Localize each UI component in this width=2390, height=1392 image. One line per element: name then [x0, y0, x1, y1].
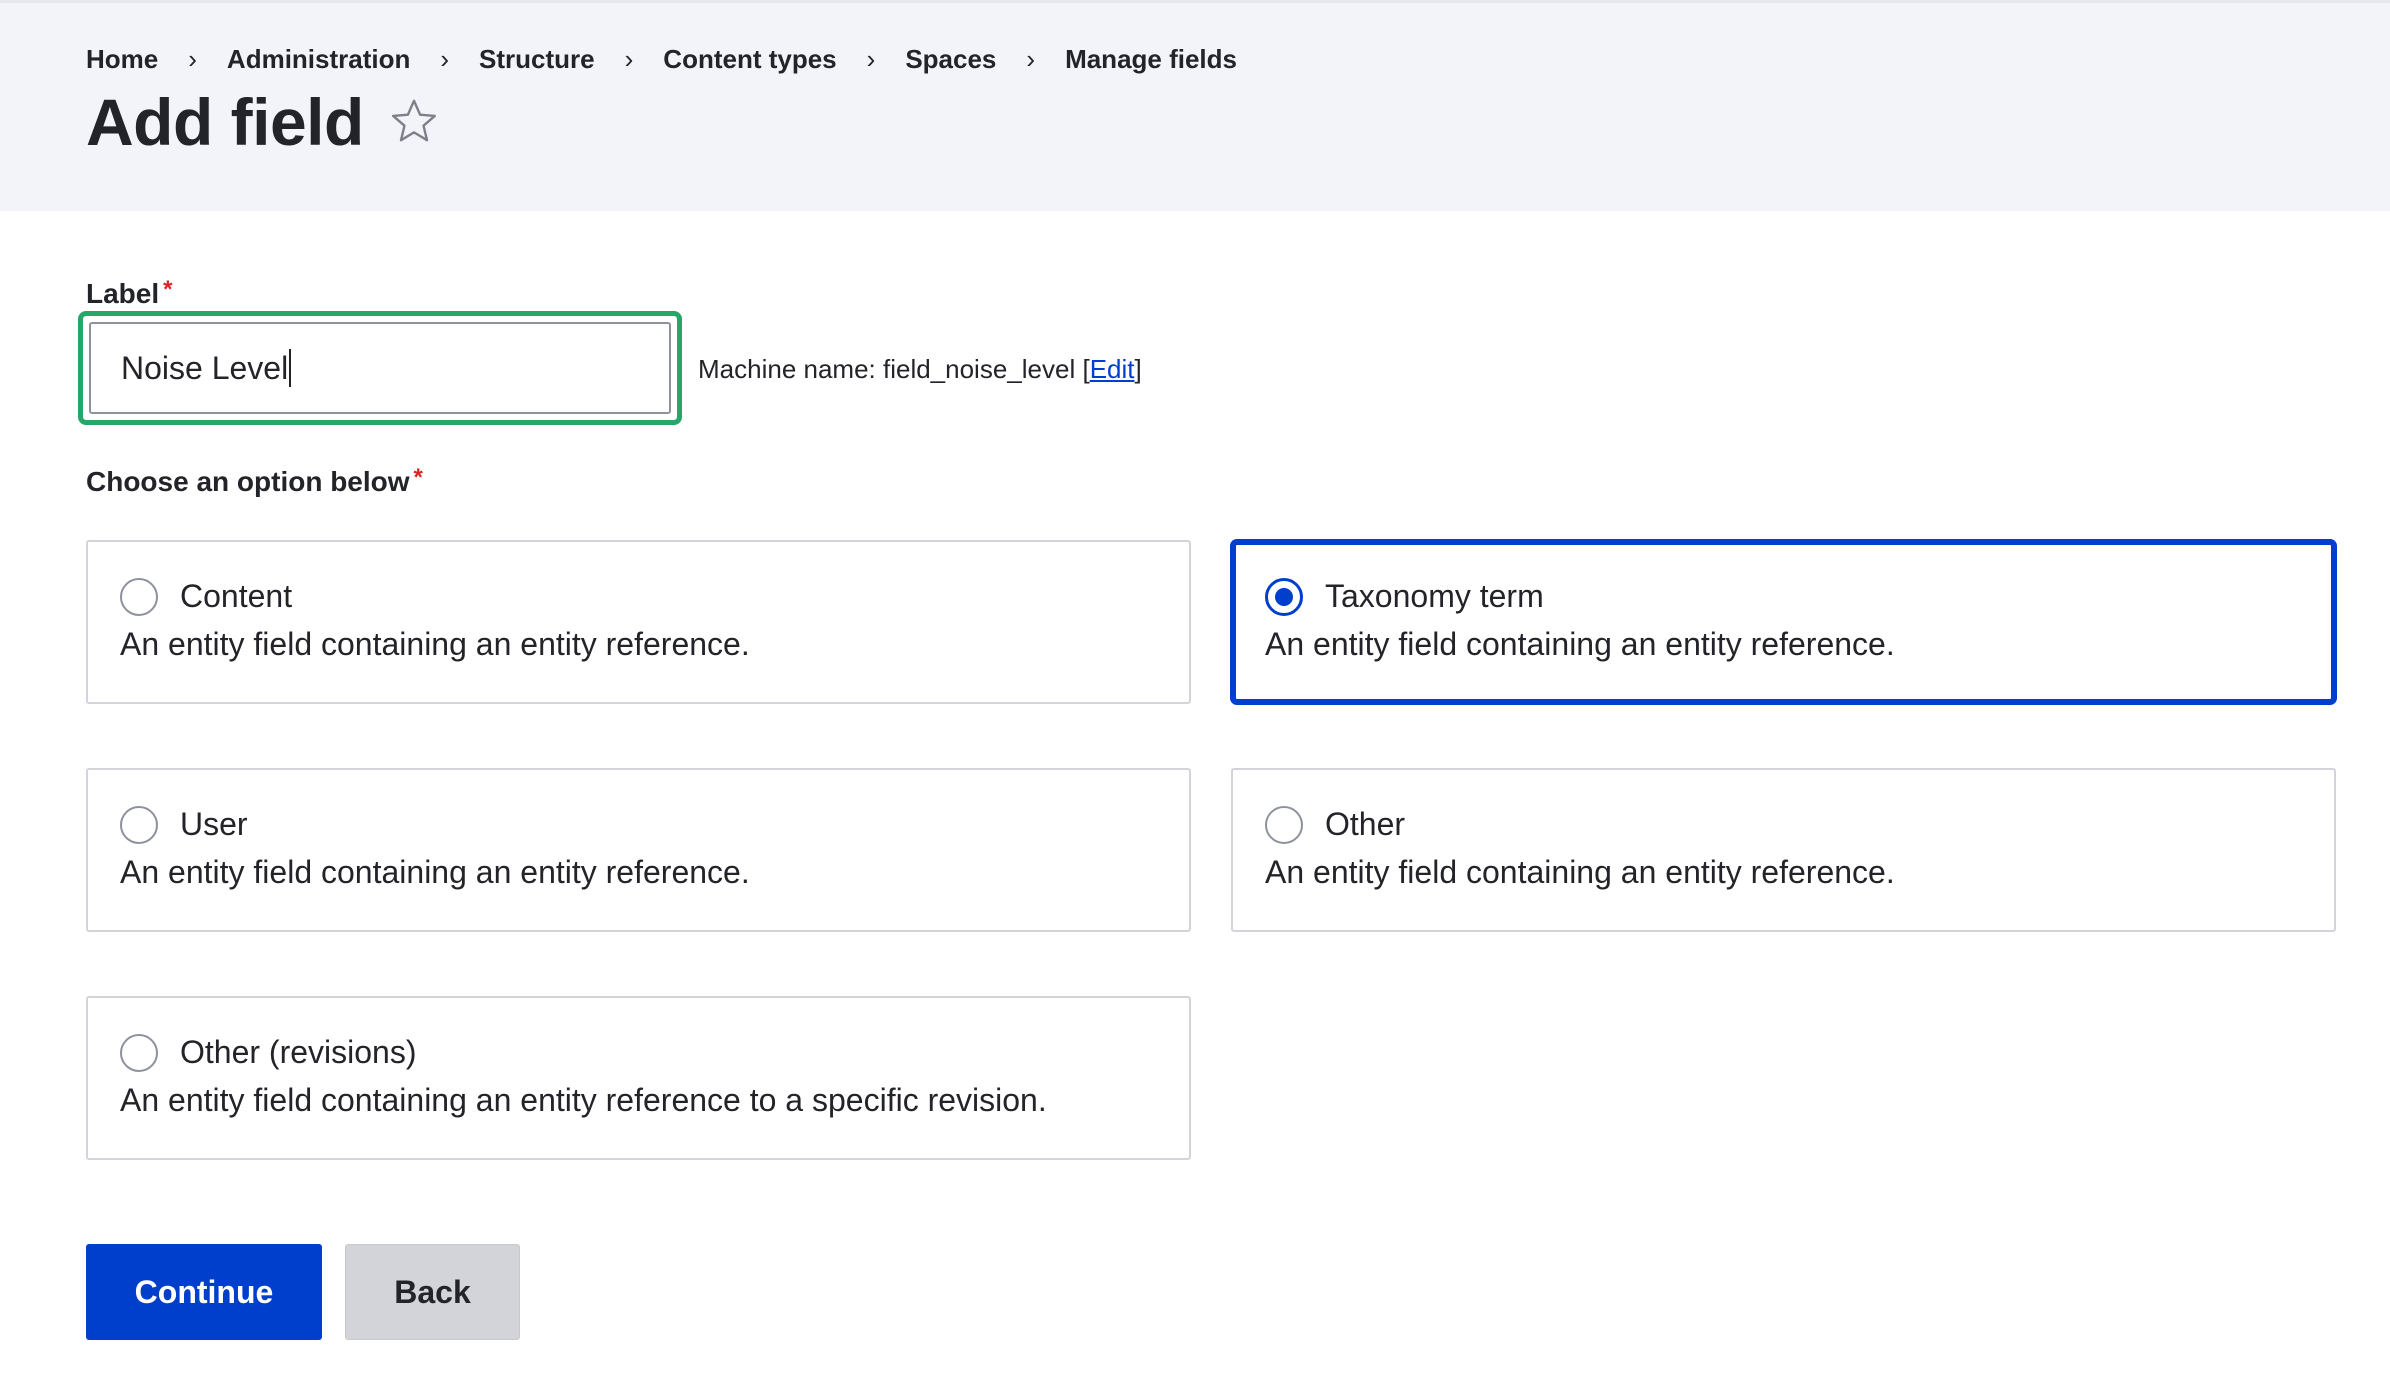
choose-option-label: Choose an option below *: [86, 464, 423, 498]
option-title: User: [180, 806, 248, 842]
label-field-label: Label *: [86, 276, 173, 310]
breadcrumb: Home › Administration › Structure › Cont…: [86, 44, 1237, 75]
option-description: An entity field containing an entity ref…: [120, 854, 750, 890]
radio-button[interactable]: [120, 806, 158, 844]
breadcrumb-administration[interactable]: Administration: [227, 44, 410, 75]
choose-option-text: Choose an option below: [86, 466, 410, 497]
option-card-other-revisions[interactable]: Other (revisions) An entity field contai…: [86, 996, 1191, 1160]
option-card-taxonomy-term[interactable]: Taxonomy term An entity field containing…: [1231, 540, 2336, 704]
breadcrumb-spaces[interactable]: Spaces: [905, 44, 996, 75]
breadcrumb-structure[interactable]: Structure: [479, 44, 595, 75]
option-description: An entity field containing an entity ref…: [120, 626, 750, 662]
radio-button[interactable]: [120, 1034, 158, 1072]
option-title: Other (revisions): [180, 1034, 417, 1070]
machine-name-edit-link[interactable]: Edit: [1090, 354, 1135, 384]
breadcrumb-home[interactable]: Home: [86, 44, 158, 75]
continue-button[interactable]: Continue: [86, 1244, 322, 1340]
breadcrumb-separator: ›: [866, 44, 876, 74]
option-title: Other: [1325, 806, 1406, 842]
page-header: Home › Administration › Structure › Cont…: [0, 0, 2390, 211]
label-field-text: Label: [86, 278, 160, 309]
star-outline-icon[interactable]: [388, 96, 440, 148]
breadcrumb-separator: ›: [624, 44, 634, 74]
breadcrumb-content-types[interactable]: Content types: [663, 44, 836, 75]
breadcrumb-separator: ›: [1026, 44, 1036, 74]
page-title-row: Add field: [86, 89, 440, 155]
text-caret: [289, 348, 292, 387]
radio-button[interactable]: [1265, 806, 1303, 844]
breadcrumb-separator: ›: [440, 44, 450, 74]
option-description: An entity field containing an entity ref…: [120, 1082, 1047, 1118]
page-title: Add field: [86, 85, 364, 159]
label-input-value: Noise Level: [121, 350, 289, 386]
machine-name-suffix: ]: [1134, 354, 1142, 384]
back-button[interactable]: Back: [345, 1244, 520, 1340]
option-title: Taxonomy term: [1325, 578, 1544, 614]
option-card-user[interactable]: User An entity field containing an entit…: [86, 768, 1191, 932]
radio-button-selected[interactable]: [1265, 578, 1303, 616]
machine-name: Machine name: field_noise_level [Edit]: [698, 354, 1142, 385]
breadcrumb-manage-fields[interactable]: Manage fields: [1065, 44, 1237, 75]
option-description: An entity field containing an entity ref…: [1265, 626, 1895, 662]
option-description: An entity field containing an entity ref…: [1265, 854, 1895, 890]
label-input-focus-ring: Noise Level: [78, 311, 682, 425]
machine-name-prefix: Machine name: field_noise_level [: [698, 354, 1090, 384]
option-card-other[interactable]: Other An entity field containing an enti…: [1231, 768, 2336, 932]
option-title: Content: [180, 578, 293, 614]
required-marker: *: [163, 276, 173, 303]
radio-button[interactable]: [120, 578, 158, 616]
breadcrumb-separator: ›: [188, 44, 197, 74]
label-input[interactable]: Noise Level: [89, 322, 671, 414]
option-card-content[interactable]: Content An entity field containing an en…: [86, 540, 1191, 704]
required-marker: *: [413, 464, 423, 491]
